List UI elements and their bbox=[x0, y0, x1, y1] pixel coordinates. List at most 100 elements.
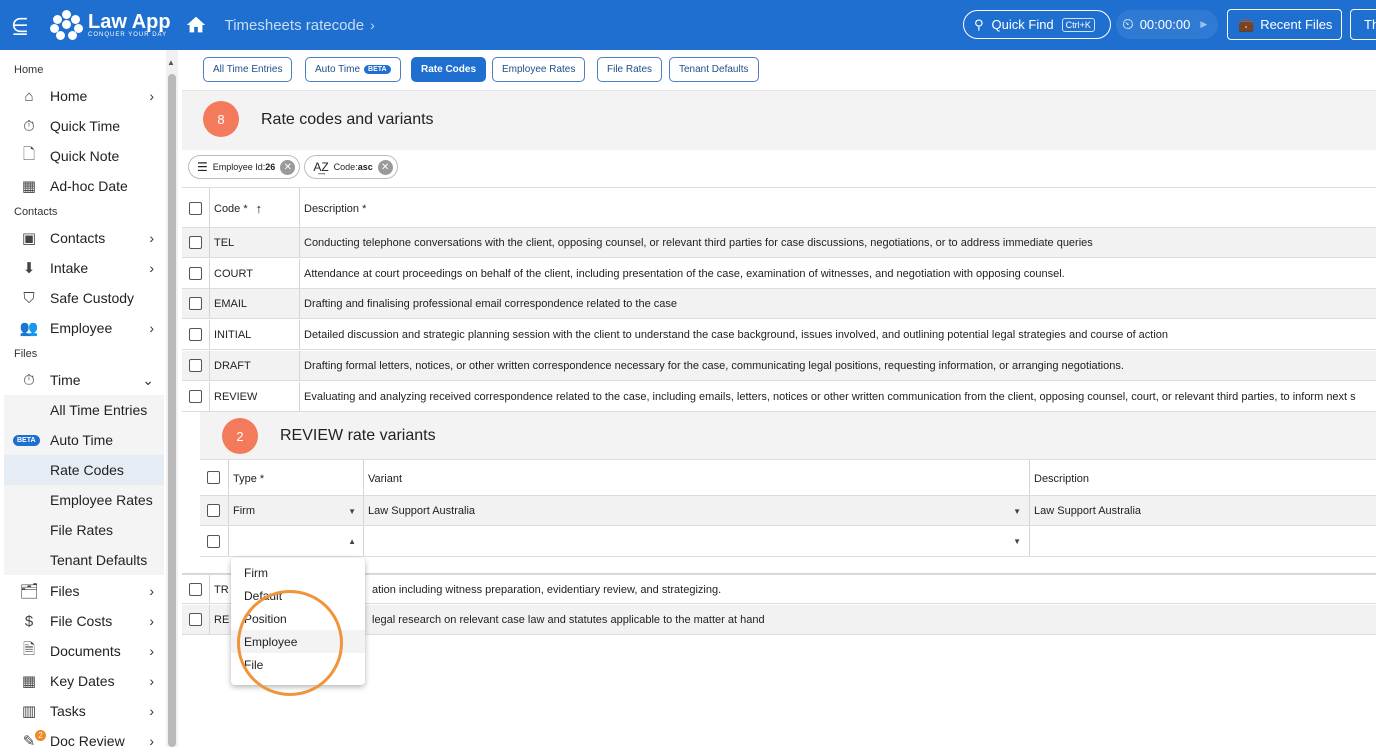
variant-select-empty[interactable]: ▼ bbox=[368, 526, 1023, 557]
sidebar-item-contacts[interactable]: ▣ Contacts › bbox=[4, 223, 164, 253]
dropdown-arrow-icon[interactable]: ▼ bbox=[1013, 507, 1021, 516]
sidebar-item-employee[interactable]: 👥 Employee › bbox=[4, 313, 164, 343]
table-row[interactable]: INITIAL Detailed discussion and strategic… bbox=[182, 320, 1376, 350]
description-cell[interactable]: Attendance at court proceedings on behal… bbox=[304, 259, 1376, 289]
description-cell[interactable]: Drafting formal letters, notices, or oth… bbox=[304, 351, 1376, 381]
sidebar-item-intake[interactable]: ⬇ Intake › bbox=[4, 253, 164, 283]
table-row[interactable]: COURT Attendance at court proceedings on … bbox=[182, 259, 1376, 289]
menu-collapse-icon[interactable]: ⋸ bbox=[0, 0, 40, 50]
variants-new-row[interactable]: ▲ ▼ bbox=[200, 526, 1376, 557]
variants-column-description[interactable]: Description bbox=[1034, 460, 1089, 497]
code-cell[interactable]: EMAIL bbox=[214, 289, 247, 319]
tab-all-time-entries[interactable]: All Time Entries bbox=[203, 57, 293, 82]
code-cell[interactable]: REVIEW bbox=[214, 382, 257, 412]
sidebar-item-tasks[interactable]: ▥ Tasks › bbox=[4, 696, 164, 726]
sidebar-item-time[interactable]: ⏱ Time ⌄ bbox=[4, 365, 164, 395]
row-checkbox[interactable] bbox=[189, 267, 202, 280]
table-row[interactable]: TEL Conducting telephone conversations wi… bbox=[182, 228, 1376, 258]
type-select-open[interactable]: ▲ bbox=[233, 526, 358, 557]
filter-chip-employee[interactable]: ☰ Employee Id: 26 ✕ bbox=[188, 155, 301, 179]
row-checkbox[interactable] bbox=[189, 297, 202, 310]
row-checkbox[interactable] bbox=[189, 359, 202, 372]
play-icon[interactable]: ▶ bbox=[1200, 19, 1207, 30]
logo[interactable]: Law App CONQUER YOUR DAY bbox=[50, 10, 171, 40]
dropdown-arrow-icon[interactable]: ▼ bbox=[1013, 537, 1021, 546]
variants-column-variant[interactable]: Variant bbox=[368, 460, 402, 497]
sidebar-item-auto-time[interactable]: BETA Auto Time bbox=[4, 425, 164, 455]
column-header-code[interactable]: Code * ↑ bbox=[214, 188, 262, 229]
sidebar-item-quick-note[interactable]: 🗋 Quick Note bbox=[4, 141, 164, 171]
select-all-checkbox[interactable] bbox=[189, 202, 202, 215]
code-cell[interactable]: RE bbox=[214, 605, 229, 635]
table-row[interactable]: DRAFT Drafting formal letters, notices, o… bbox=[182, 351, 1376, 381]
sidebar-item-home[interactable]: ⌂ Home › bbox=[4, 81, 164, 111]
description-cell[interactable]: ation including witness preparation, evi… bbox=[372, 575, 721, 605]
table-row[interactable]: EMAIL Drafting and finalising professiona… bbox=[182, 289, 1376, 319]
sidebar-item-key-dates[interactable]: ▦ Key Dates › bbox=[4, 666, 164, 696]
quick-find-button[interactable]: ⚲ Quick Find Ctrl+K bbox=[963, 10, 1111, 39]
table-row[interactable]: REVIEW Evaluating and analyzing received … bbox=[182, 382, 1376, 412]
code-cell[interactable]: INITIAL bbox=[214, 320, 251, 350]
code-cell[interactable]: COURT bbox=[214, 259, 253, 289]
sidebar-item-file-rates[interactable]: File Rates bbox=[4, 515, 164, 545]
column-header-description[interactable]: Description * bbox=[304, 188, 366, 229]
scroll-up-arrow-icon[interactable]: ▲ bbox=[167, 58, 175, 67]
filter-chip-code-sort[interactable]: A͢Z Code: asc ✕ bbox=[304, 155, 398, 179]
chevron-right-icon: › bbox=[149, 583, 154, 599]
breadcrumb[interactable]: Timesheets ratecode bbox=[225, 17, 365, 34]
dropdown-option-firm[interactable]: Firm bbox=[231, 561, 365, 584]
tab-auto-time[interactable]: Auto Time BETA bbox=[305, 57, 401, 82]
dropdown-arrow-icon[interactable]: ▼ bbox=[348, 507, 356, 516]
tab-tenant-defaults[interactable]: Tenant Defaults bbox=[669, 57, 759, 82]
sidebar-item-file-costs[interactable]: $ File Costs › bbox=[4, 606, 164, 636]
code-cell[interactable]: TR bbox=[214, 575, 229, 605]
row-checkbox[interactable] bbox=[189, 390, 202, 403]
description-cell[interactable]: Detailed discussion and strategic planni… bbox=[304, 320, 1376, 350]
variants-select-all-checkbox[interactable] bbox=[207, 471, 220, 484]
sidebar-item-files[interactable]: 🗂 Files › bbox=[4, 576, 164, 606]
app-name: Law App bbox=[88, 11, 171, 33]
sidebar-item-quick-time[interactable]: ⏱ Quick Time bbox=[4, 111, 164, 141]
variant-select[interactable]: Law Support Australia ▼ bbox=[368, 496, 1023, 526]
code-cell[interactable]: TEL bbox=[214, 228, 234, 258]
th-button[interactable]: Th bbox=[1350, 9, 1376, 40]
sidebar-item-doc-review[interactable]: ✎ 2 Doc Review › bbox=[4, 726, 164, 756]
dropdown-arrow-up-icon[interactable]: ▲ bbox=[348, 537, 356, 546]
tab-employee-rates[interactable]: Employee Rates bbox=[492, 57, 586, 82]
sidebar-item-employee-rates[interactable]: Employee Rates bbox=[4, 485, 164, 515]
close-icon[interactable]: ✕ bbox=[280, 159, 296, 175]
tab-rate-codes[interactable]: Rate Codes bbox=[411, 57, 487, 82]
row-checkbox[interactable] bbox=[189, 613, 202, 626]
recent-files-button[interactable]: 💼 Recent Files bbox=[1227, 9, 1342, 40]
close-icon[interactable]: ✕ bbox=[377, 159, 393, 175]
filter-bar: ☰ Employee Id: 26 ✕ A͢Z Code: asc ✕ bbox=[188, 155, 402, 181]
variant-description[interactable]: Law Support Australia bbox=[1034, 496, 1141, 526]
sidebar-item-safe-custody[interactable]: ⛉ Safe Custody bbox=[4, 283, 164, 313]
type-select[interactable]: Firm ▼ bbox=[233, 496, 358, 526]
row-checkbox[interactable] bbox=[207, 535, 220, 548]
sidebar-item-tenant-defaults[interactable]: Tenant Defaults bbox=[4, 545, 164, 575]
arrow-up-icon[interactable]: ↑ bbox=[256, 201, 263, 216]
sidebar-item-documents[interactable]: 🗎 Documents › bbox=[4, 636, 164, 666]
chevron-right-icon: › bbox=[149, 613, 154, 629]
timer-widget[interactable]: ⏲ 00:00:00 ▶ bbox=[1116, 10, 1218, 39]
home-icon[interactable] bbox=[185, 14, 207, 36]
variants-row[interactable]: Firm ▼ Law Support Australia ▼ Law Suppo… bbox=[200, 496, 1376, 526]
code-cell[interactable]: DRAFT bbox=[214, 351, 251, 381]
row-checkbox[interactable] bbox=[189, 236, 202, 249]
row-checkbox[interactable] bbox=[189, 328, 202, 341]
column-header-label: Code * bbox=[214, 202, 248, 215]
sidebar-item-rate-codes[interactable]: Rate Codes bbox=[4, 455, 164, 485]
description-cell[interactable]: legal research on relevant case law and … bbox=[372, 605, 765, 635]
description-cell[interactable]: Conducting telephone conversations with … bbox=[304, 228, 1376, 258]
sidebar-scroll-thumb[interactable] bbox=[168, 74, 176, 747]
row-checkbox[interactable] bbox=[207, 504, 220, 517]
highlight-circle-annotation bbox=[237, 590, 343, 696]
tab-file-rates[interactable]: File Rates bbox=[597, 57, 663, 82]
row-checkbox[interactable] bbox=[189, 583, 202, 596]
description-cell[interactable]: Drafting and finalising professional ema… bbox=[304, 289, 1376, 319]
description-cell[interactable]: Evaluating and analyzing received corres… bbox=[304, 382, 1376, 412]
variants-column-type[interactable]: Type * bbox=[233, 460, 264, 497]
sidebar-item-all-time-entries[interactable]: All Time Entries bbox=[4, 395, 164, 425]
sidebar-item-adhoc-date[interactable]: ▦ Ad-hoc Date bbox=[4, 171, 164, 201]
